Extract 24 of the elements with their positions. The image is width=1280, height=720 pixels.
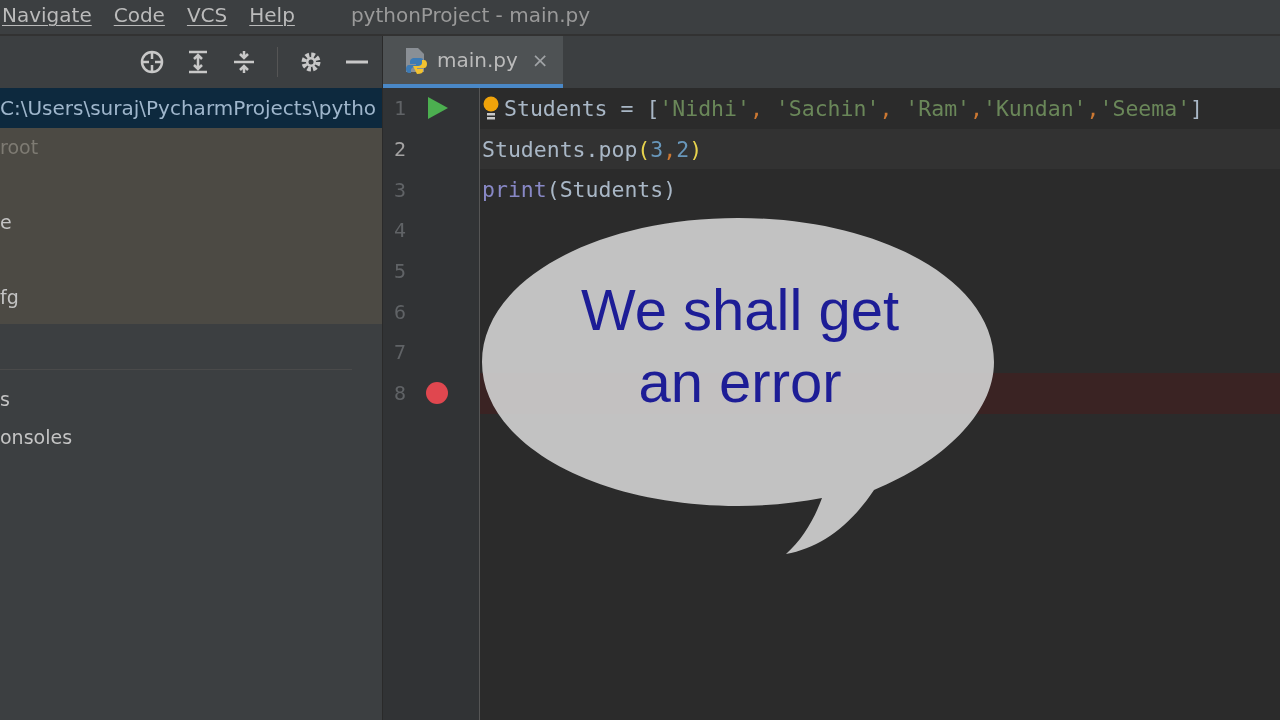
crosshair-icon[interactable] (139, 49, 165, 75)
run-icon[interactable] (425, 96, 449, 121)
project-path[interactable]: C:\Users\suraj\PycharmProjects\pytho (0, 88, 382, 128)
tree-item[interactable]: s (0, 388, 10, 410)
close-button[interactable]: × (531, 48, 549, 72)
lightbulb-icon[interactable] (482, 96, 500, 121)
code-line: Students = ['Nidhi', 'Sachin', 'Ram','Kundan','Seema'] (504, 95, 1204, 121)
collapse-all-icon[interactable] (231, 49, 257, 75)
python-file-icon (403, 46, 429, 74)
code-line: Students.pop(3,2) (482, 136, 703, 162)
menu-item[interactable]: Navigate (2, 3, 92, 27)
menu-item[interactable]: VCS (186, 3, 228, 27)
tree-item[interactable]: e (0, 211, 12, 233)
menu-item[interactable]: Code (113, 3, 165, 27)
menu-item[interactable]: Help (249, 3, 295, 27)
breakpoint-icon[interactable] (425, 381, 449, 406)
line-number: 2 (392, 137, 407, 162)
tree-item[interactable]: onsoles (0, 426, 73, 448)
callout-text: an error (638, 348, 842, 416)
window-title: pythonProject - main.py (350, 3, 591, 27)
tree-item[interactable]: fg (0, 286, 19, 308)
callout-text: We shall get (580, 276, 900, 344)
editor-tab[interactable]: main.py × (383, 36, 563, 88)
code-line: print(Students) (482, 177, 677, 203)
